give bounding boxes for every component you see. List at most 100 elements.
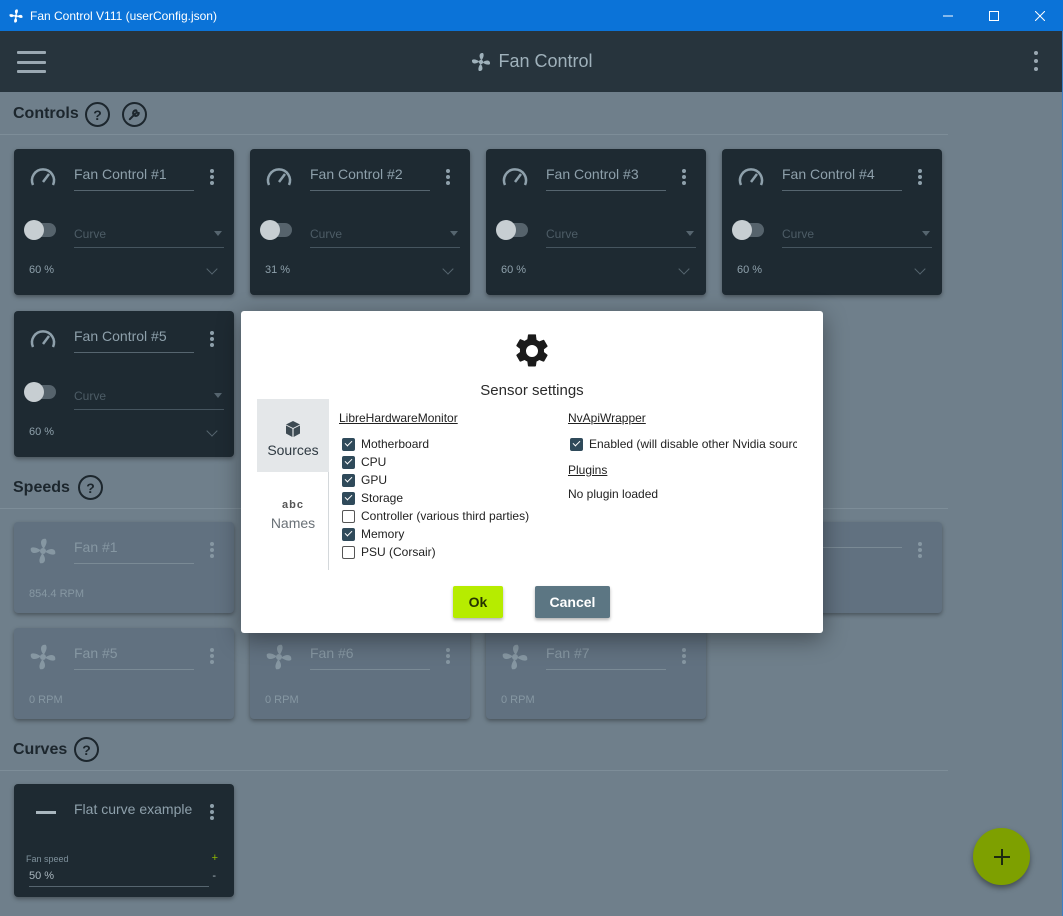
fan-menu-button[interactable] <box>918 542 922 558</box>
decrement-button[interactable]: - <box>212 870 216 882</box>
control-menu-button[interactable] <box>446 169 450 185</box>
dropdown-arrow-icon <box>214 231 222 236</box>
plugins-heading: Plugins <box>568 463 608 477</box>
control-menu-button[interactable] <box>682 169 686 185</box>
checkbox-label: CPU <box>361 455 387 469</box>
checkbox[interactable] <box>342 473 355 487</box>
add-button[interactable] <box>973 828 1030 885</box>
chevron-down-icon[interactable] <box>442 263 454 275</box>
chevron-down-icon[interactable] <box>914 263 926 275</box>
checkbox-label: Enabled (will disable other Nvidia sourc <box>589 437 797 451</box>
dropdown-arrow-icon <box>686 231 694 236</box>
control-menu-button[interactable] <box>918 169 922 185</box>
checkbox-label: Motherboard <box>361 437 430 451</box>
flat-curve-icon <box>36 811 56 814</box>
checkbox[interactable] <box>342 491 355 505</box>
curve-select[interactable]: Curve <box>546 227 696 248</box>
curve-select[interactable]: Curve <box>782 227 932 248</box>
control-menu-button[interactable] <box>210 331 214 347</box>
chevron-down-icon[interactable] <box>678 263 690 275</box>
sensor-option-cpu[interactable]: CPU <box>342 455 386 469</box>
sensor-option-storage[interactable]: Storage <box>342 491 403 505</box>
hamburger-menu-button[interactable] <box>17 51 46 73</box>
nvapi-enabled-row[interactable]: Enabled (will disable other Nvidia sourc <box>568 436 797 454</box>
cancel-button[interactable]: Cancel <box>535 586 610 618</box>
ok-button[interactable]: Ok <box>453 586 503 618</box>
speedometer-icon <box>30 330 56 348</box>
control-name[interactable]: Fan Control #5 <box>74 328 194 353</box>
curve-select-value: Curve <box>74 227 107 241</box>
fan-speed-input[interactable]: 50 % <box>29 870 209 887</box>
checkbox[interactable] <box>342 545 355 559</box>
sensor-option-controller[interactable]: Controller (various third parties) <box>342 509 529 523</box>
fan-name[interactable]: Fan #5 <box>74 645 194 670</box>
chevron-down-icon[interactable] <box>206 425 218 437</box>
app-bar: Fan Control <box>0 31 1063 92</box>
fan-menu-button[interactable] <box>210 542 214 558</box>
curve-select[interactable]: Curve <box>310 227 460 248</box>
fan-menu-button[interactable] <box>682 648 686 664</box>
checkbox[interactable] <box>342 509 355 523</box>
fan-icon <box>502 644 528 670</box>
fan-name[interactable]: Fan #6 <box>310 645 430 670</box>
control-enable-toggle[interactable] <box>24 382 56 402</box>
sensor-option-psu[interactable]: PSU (Corsair) <box>342 545 436 559</box>
sensor-option-gpu[interactable]: GPU <box>342 473 387 487</box>
curve-card: Flat curve example Fan speed + 50 % - <box>14 784 234 897</box>
control-name[interactable]: Fan Control #4 <box>782 166 902 191</box>
tab-names[interactable]: abc Names <box>257 472 329 545</box>
fan-name[interactable]: Fan #7 <box>546 645 666 670</box>
close-button[interactable] <box>1017 0 1063 31</box>
checkbox-label: Controller (various third parties) <box>361 509 530 523</box>
dropdown-arrow-icon <box>214 393 222 398</box>
control-menu-button[interactable] <box>210 169 214 185</box>
control-percent: 60 % <box>29 426 55 438</box>
gear-icon <box>516 334 548 367</box>
control-percent: 60 % <box>29 264 55 276</box>
fan-icon <box>472 52 491 71</box>
control-enable-toggle[interactable] <box>496 220 528 240</box>
fan-icon <box>30 538 56 564</box>
curve-name[interactable]: Flat curve example <box>74 801 194 825</box>
curves-heading: Curves <box>13 741 68 758</box>
speedometer-icon <box>266 168 292 186</box>
checkbox[interactable] <box>342 437 355 451</box>
sensor-option-memory[interactable]: Memory <box>342 527 404 541</box>
nvapi-enabled-option[interactable]: Enabled (will disable other Nvidia sourc <box>570 437 797 451</box>
fan-name[interactable]: Fan #1 <box>74 539 194 564</box>
curve-select[interactable]: Curve <box>74 389 224 410</box>
text-abc-icon: abc <box>282 499 304 511</box>
sensor-option-motherboard[interactable]: Motherboard <box>342 437 429 451</box>
checkbox[interactable] <box>570 437 583 451</box>
curves-help-icon[interactable]: ? <box>74 737 99 762</box>
more-options-button[interactable] <box>1033 51 1039 71</box>
control-name[interactable]: Fan Control #1 <box>74 166 194 191</box>
curve-select-value: Curve <box>310 227 343 241</box>
control-percent: 60 % <box>737 264 763 276</box>
curve-select[interactable]: Curve <box>74 227 224 248</box>
fan-menu-button[interactable] <box>446 648 450 664</box>
maximize-button[interactable] <box>971 0 1017 31</box>
increment-button[interactable]: + <box>212 852 218 864</box>
control-enable-toggle[interactable] <box>260 220 292 240</box>
checkbox[interactable] <box>342 455 355 469</box>
control-enable-toggle[interactable] <box>24 220 56 240</box>
checkbox[interactable] <box>342 527 355 541</box>
curve-menu-button[interactable] <box>210 804 214 820</box>
wrench-icon[interactable] <box>122 102 147 127</box>
fan-icon <box>9 8 23 23</box>
control-name[interactable]: Fan Control #3 <box>546 166 666 191</box>
app-title: Fan Control <box>498 51 593 71</box>
chevron-down-icon[interactable] <box>206 263 218 275</box>
controls-help-icon[interactable]: ? <box>85 102 110 127</box>
tab-sources[interactable]: Sources <box>257 399 329 472</box>
close-icon <box>1035 10 1045 21</box>
dialog-title: Sensor settings <box>480 382 584 399</box>
control-enable-toggle[interactable] <box>732 220 764 240</box>
minimize-button[interactable] <box>925 0 971 31</box>
fan-rpm: 0 RPM <box>265 694 299 706</box>
fan-menu-button[interactable] <box>210 648 214 664</box>
control-name[interactable]: Fan Control #2 <box>310 166 430 191</box>
speeds-help-icon[interactable]: ? <box>78 475 103 500</box>
tab-names-label: Names <box>270 515 316 531</box>
